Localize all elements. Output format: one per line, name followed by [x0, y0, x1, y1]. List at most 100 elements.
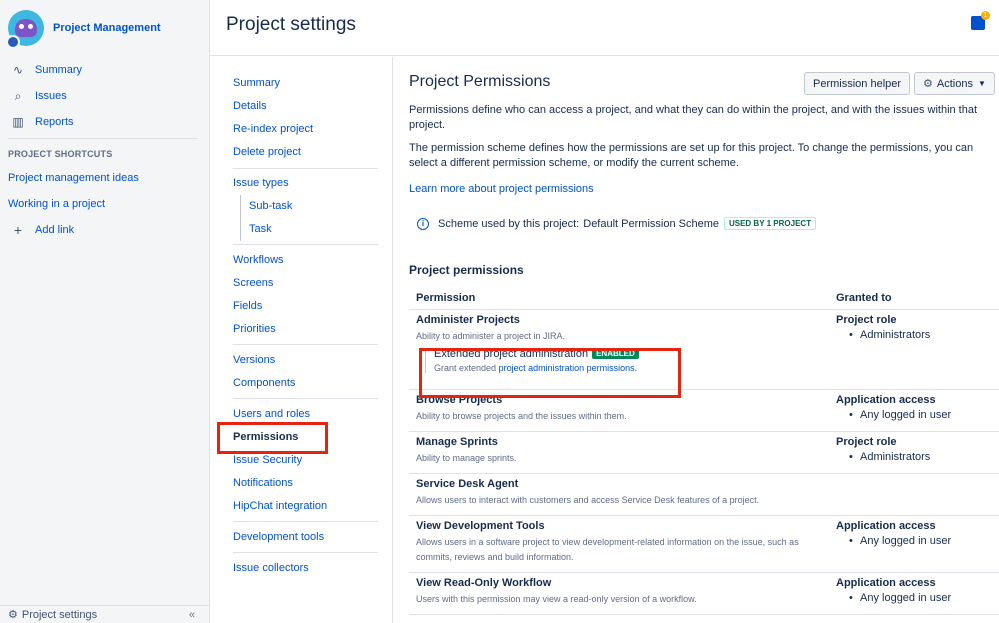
grant-type: Project role	[836, 313, 897, 326]
settings-nav-divider	[233, 344, 378, 345]
permission-name: Administer Projects	[416, 313, 520, 326]
section-heading: Project Permissions	[409, 73, 551, 90]
settings-nav-item[interactable]: Screens	[233, 277, 273, 289]
chevron-down-icon: ▼	[977, 79, 986, 88]
page-title: Project settings	[226, 14, 356, 35]
project-avatar	[6, 10, 44, 49]
project-sidebar: Project Management ∿ Summary ⌕ Issues ▥ …	[0, 0, 210, 623]
plus-icon: +	[13, 222, 23, 238]
permissions-table-heading: Project permissions	[409, 263, 524, 277]
grant-type: Application access	[836, 576, 936, 589]
learn-more-link[interactable]: Learn more about project permissions	[409, 183, 594, 195]
settings-nav-item[interactable]: Issue Security	[233, 454, 302, 466]
highlight-box-extended-admin	[419, 348, 681, 398]
grant-value: Administrators	[836, 451, 999, 463]
project-header[interactable]: Project Management	[6, 8, 161, 49]
grant-type: Application access	[836, 393, 936, 406]
used-by-badge[interactable]: USED BY 1 PROJECT	[723, 217, 817, 230]
project-name[interactable]: Project Management	[53, 22, 161, 34]
scheme-label: Scheme used by this project:	[438, 217, 580, 230]
sidebar-item-reports[interactable]: ▥ Reports	[8, 112, 74, 132]
permission-name: Service Desk Agent	[416, 477, 519, 490]
permission-desc: Ability to administer a project in JIRA.	[416, 330, 566, 341]
sidebar-item-label: Issues	[35, 90, 67, 102]
settings-nav-item[interactable]: Workflows	[233, 254, 284, 266]
sidebar-footer-label: Project settings	[21, 608, 98, 621]
permission-desc: Ability to manage sprints.	[416, 452, 517, 463]
scheme-name: Default Permission Scheme	[583, 217, 719, 230]
info-icon: i	[417, 217, 429, 230]
settings-nav-item[interactable]: Users and roles	[233, 408, 310, 420]
shortcut-link[interactable]: Project management ideas	[8, 168, 139, 188]
table-row: Manage Sprints Ability to manage sprints…	[409, 431, 999, 474]
gear-icon: ⚙	[923, 78, 933, 90]
settings-nav-item[interactable]: Development tools	[233, 531, 324, 543]
table-row: View Development Tools Allows users in a…	[409, 515, 999, 573]
grant-value: Any logged in user	[836, 592, 999, 604]
permission-name: View Read-Only Workflow	[416, 576, 552, 589]
feedback-icon[interactable]: 1	[971, 11, 990, 30]
column-header-permission: Permission	[409, 287, 836, 310]
sidebar-item-issues[interactable]: ⌕ Issues	[8, 86, 67, 106]
sidebar-item-label: Reports	[35, 116, 74, 128]
settings-nav-item[interactable]: Summary	[233, 77, 280, 89]
grant-type: Application access	[836, 519, 936, 532]
settings-nav-item[interactable]: HipChat integration	[233, 500, 327, 512]
settings-nav-item[interactable]: Delete project	[233, 146, 301, 158]
settings-nav-item[interactable]: Issue types	[233, 177, 289, 189]
grant-type: Project role	[836, 435, 897, 448]
table-row: View Read-Only Workflow Users with this …	[409, 572, 999, 615]
settings-nav-item[interactable]: Versions	[233, 354, 275, 366]
actions-button[interactable]: ⚙ Actions ▼	[914, 72, 995, 95]
settings-nav-divider	[233, 398, 378, 399]
settings-nav-divider	[233, 521, 378, 522]
sidebar-item-summary[interactable]: ∿ Summary	[8, 60, 82, 80]
scheme-info: i Scheme used by this project: Default P…	[417, 217, 817, 230]
table-row: Service Desk Agent Allows users to inter…	[409, 473, 999, 516]
shortcuts-heading: PROJECT SHORTCUTS	[8, 149, 113, 159]
reports-icon: ▥	[12, 115, 24, 129]
settings-nav-item[interactable]: Re-index project	[233, 123, 313, 135]
settings-nav-item[interactable]: Issue collectors	[233, 562, 309, 574]
issues-icon: ⌕	[14, 88, 22, 103]
actions-label: Actions	[936, 77, 973, 90]
permissions-table: Permission Granted to Administer Project…	[409, 287, 999, 615]
settings-nav-divider	[233, 168, 378, 169]
permission-desc: Allows users in a software project to vi…	[416, 536, 799, 562]
column-header-granted: Granted to	[836, 287, 999, 310]
settings-nav-item[interactable]: Details	[233, 100, 267, 112]
highlight-box-permissions	[217, 422, 328, 454]
grant-value: Administrators	[836, 329, 999, 341]
permission-desc: Allows users to interact with customers …	[416, 494, 760, 505]
shortcut-link[interactable]: Working in a project	[8, 194, 105, 214]
grant-value: Any logged in user	[836, 535, 999, 547]
notification-badge: 1	[981, 11, 990, 20]
settings-nav: Summary Details Re-index project Delete …	[210, 57, 393, 623]
settings-nav-item[interactable]: Task	[249, 223, 272, 235]
gear-icon: ⚙	[8, 609, 18, 621]
settings-nav-item[interactable]: Sub-task	[249, 200, 292, 212]
add-link-button[interactable]: + Add link	[8, 220, 74, 240]
permission-desc: Ability to browse projects and the issue…	[416, 410, 627, 421]
service-desk-badge-icon	[6, 35, 20, 49]
settings-nav-item[interactable]: Priorities	[233, 323, 276, 335]
settings-nav-item[interactable]: Components	[233, 377, 295, 389]
collapse-sidebar-icon[interactable]: «	[189, 609, 195, 621]
permission-name: View Development Tools	[416, 519, 545, 532]
settings-nav-divider	[233, 552, 378, 553]
permission-name: Manage Sprints	[416, 435, 498, 448]
scheme-description: The permission scheme defines how the pe…	[409, 142, 974, 169]
sidebar-footer[interactable]: ⚙ Project settings «	[0, 605, 209, 623]
sidebar-item-label: Summary	[35, 64, 83, 76]
page-header: Project settings 1	[210, 0, 999, 56]
subtask-tree-line	[240, 195, 248, 241]
intro-text: Permissions define who can access a proj…	[409, 104, 978, 131]
permission-desc: Users with this permission may view a re…	[416, 593, 697, 604]
permission-helper-button[interactable]: Permission helper	[804, 72, 911, 95]
settings-nav-item[interactable]: Fields	[233, 300, 262, 312]
grant-value: Any logged in user	[836, 409, 999, 421]
settings-nav-item[interactable]: Notifications	[233, 477, 293, 489]
activity-icon: ∿	[12, 63, 24, 77]
settings-nav-divider	[233, 244, 378, 245]
sidebar-divider	[8, 138, 198, 139]
